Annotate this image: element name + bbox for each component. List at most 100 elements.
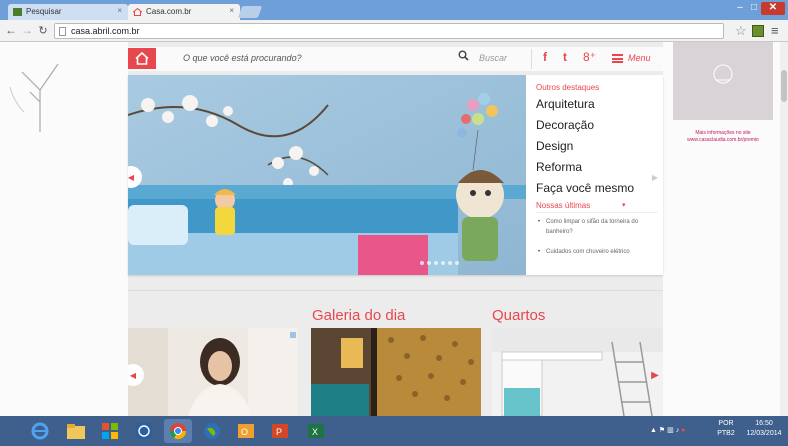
clock-date: 12/03/2014 <box>746 430 782 437</box>
divider <box>536 212 658 213</box>
tab-pesquisar[interactable]: Pesquisar × <box>8 4 128 20</box>
chevron-down-icon[interactable]: ▾ <box>622 201 626 209</box>
powerpoint-icon[interactable]: P <box>266 419 294 443</box>
excel-icon[interactable]: X <box>302 419 330 443</box>
facebook-icon[interactable]: f <box>543 50 547 64</box>
twitter-icon[interactable]: t <box>563 50 567 64</box>
highlight-link[interactable]: Reforma <box>536 160 582 174</box>
tab-strip: Pesquisar × Casa.com.br × – □ ✕ <box>0 0 788 20</box>
globe-app-icon[interactable] <box>198 419 226 443</box>
language-code: POR <box>718 420 734 427</box>
search-icon[interactable] <box>458 50 469 64</box>
address-bar[interactable]: casa.abril.com.br <box>54 23 724 39</box>
slider-dots <box>420 261 459 265</box>
rooms-card[interactable]: ▶ <box>492 328 663 416</box>
highlight-link[interactable]: Arquitetura <box>536 97 595 111</box>
hero-side-panel: Outros destaques Arquitetura Decoração D… <box>526 75 663 275</box>
file-explorer-icon[interactable] <box>62 419 90 443</box>
slider-dot[interactable] <box>448 261 452 265</box>
rooms-title[interactable]: Quartos <box>492 307 545 324</box>
card-next-button[interactable]: ▶ <box>648 368 662 382</box>
browser-toolbar: ← → ↻ casa.abril.com.br ☆ ≡ <box>0 20 788 42</box>
hero-slider: ◀ Outros destaques Arquitetura Decoração… <box>128 75 663 275</box>
svg-text:O: O <box>241 427 248 437</box>
bunk-bed-photo <box>492 328 663 416</box>
browser-menu-icon[interactable]: ≡ <box>771 23 779 38</box>
show-hidden-icons-icon[interactable]: ▲ <box>650 427 657 434</box>
svg-text:X: X <box>312 427 318 437</box>
highlight-link[interactable]: Faça você mesmo <box>536 181 634 195</box>
tree-illustration <box>9 63 59 132</box>
bookmark-star-icon[interactable]: ☆ <box>735 23 747 39</box>
gallery-room-photo <box>311 328 481 416</box>
system-tray-icons[interactable]: ▲ ⚑ ▥ ♪ ● <box>650 426 685 434</box>
network-icon[interactable]: ▥ <box>667 427 674 434</box>
hero-image[interactable]: ◀ <box>128 75 526 275</box>
office-app-icon[interactable] <box>96 419 124 443</box>
latest-title: Nossas últimas <box>536 201 591 210</box>
highlight-link[interactable]: Decoração <box>536 118 594 132</box>
address-text: casa.abril.com.br <box>71 26 140 36</box>
other-highlights-title: Outros destaques <box>536 83 600 92</box>
highlight-link[interactable]: Design <box>536 139 573 153</box>
volume-icon[interactable]: ♪ <box>676 427 680 434</box>
site-header: O que você está procurando? Buscar f t 8… <box>128 47 663 71</box>
slider-dot[interactable] <box>420 261 424 265</box>
slider-dot[interactable] <box>441 261 445 265</box>
slider-dot[interactable] <box>455 261 459 265</box>
action-center-icon[interactable]: ⚑ <box>659 427 665 434</box>
gallery-card[interactable] <box>311 328 481 416</box>
ad-more-info[interactable]: Mais informações no site www.casaclaudia… <box>673 130 773 144</box>
page-icon <box>59 27 66 36</box>
google-plus-icon[interactable]: 8⁺ <box>583 50 596 64</box>
svg-text:P: P <box>276 427 282 437</box>
page-scrollbar[interactable] <box>780 42 788 416</box>
tab-casa[interactable]: Casa.com.br × <box>128 4 240 20</box>
close-tab-icon[interactable]: × <box>117 6 122 15</box>
woman-portrait-photo <box>128 328 298 416</box>
menu-button[interactable]: Menu <box>628 53 651 63</box>
new-tab-button[interactable] <box>237 6 263 18</box>
web-page: Mais informações no site www.casaclaudia… <box>0 42 788 416</box>
forward-arrow-icon[interactable]: → <box>20 23 34 37</box>
kids-bedroom-photo <box>128 75 526 275</box>
minimize-button[interactable]: – <box>733 2 747 15</box>
featured-card[interactable]: ◀ <box>128 328 298 416</box>
home-icon <box>135 52 149 65</box>
system-clock[interactable]: 16:50 12/03/2014 <box>744 419 784 439</box>
slider-dot[interactable] <box>427 261 431 265</box>
hamburger-menu-icon[interactable] <box>612 54 623 63</box>
reload-icon[interactable]: ↻ <box>36 24 50 37</box>
internet-explorer-icon[interactable] <box>26 419 54 443</box>
language-indicator[interactable]: POR PTB2 <box>714 419 738 439</box>
outlook-icon[interactable]: O <box>232 419 260 443</box>
slider-next-button[interactable]: ▶ <box>648 170 662 184</box>
close-tab-icon[interactable]: × <box>229 6 234 15</box>
back-arrow-icon[interactable]: ← <box>4 23 18 37</box>
close-window-button[interactable]: ✕ <box>761 2 785 15</box>
home-button[interactable] <box>128 48 156 69</box>
keyboard-layout: PTB2 <box>717 430 735 437</box>
clock-time: 16:50 <box>755 420 773 427</box>
right-advertisement[interactable] <box>673 42 773 120</box>
chrome-icon[interactable] <box>164 419 192 443</box>
tab-title: Pesquisar <box>26 7 62 16</box>
notification-icon[interactable]: ● <box>681 427 685 434</box>
gallery-title[interactable]: Galeria do dia <box>312 307 405 324</box>
taskbar: O P X ▲ ⚑ ▥ ♪ ● POR PTB2 16:50 12/03/201… <box>0 416 788 446</box>
search-input[interactable]: O que você está procurando? <box>183 53 302 63</box>
latest-article-link[interactable]: Como limpar o sifão da torneira do banhe… <box>538 217 656 237</box>
header-divider <box>531 49 532 69</box>
clock-app-icon[interactable] <box>130 419 158 443</box>
latest-article-link[interactable]: Cuidados com chuveiro elétrico <box>538 247 656 257</box>
slider-dot[interactable] <box>434 261 438 265</box>
tab-title: Casa.com.br <box>146 7 192 16</box>
scroll-thumb[interactable] <box>781 70 787 102</box>
app-favicon-icon <box>13 8 22 16</box>
house-favicon-icon <box>132 7 143 16</box>
extension-icon[interactable] <box>752 25 764 37</box>
maximize-button[interactable]: □ <box>747 2 761 15</box>
search-button[interactable]: Buscar <box>479 53 507 63</box>
award-logo-icon <box>713 64 733 84</box>
section-divider <box>128 290 663 291</box>
